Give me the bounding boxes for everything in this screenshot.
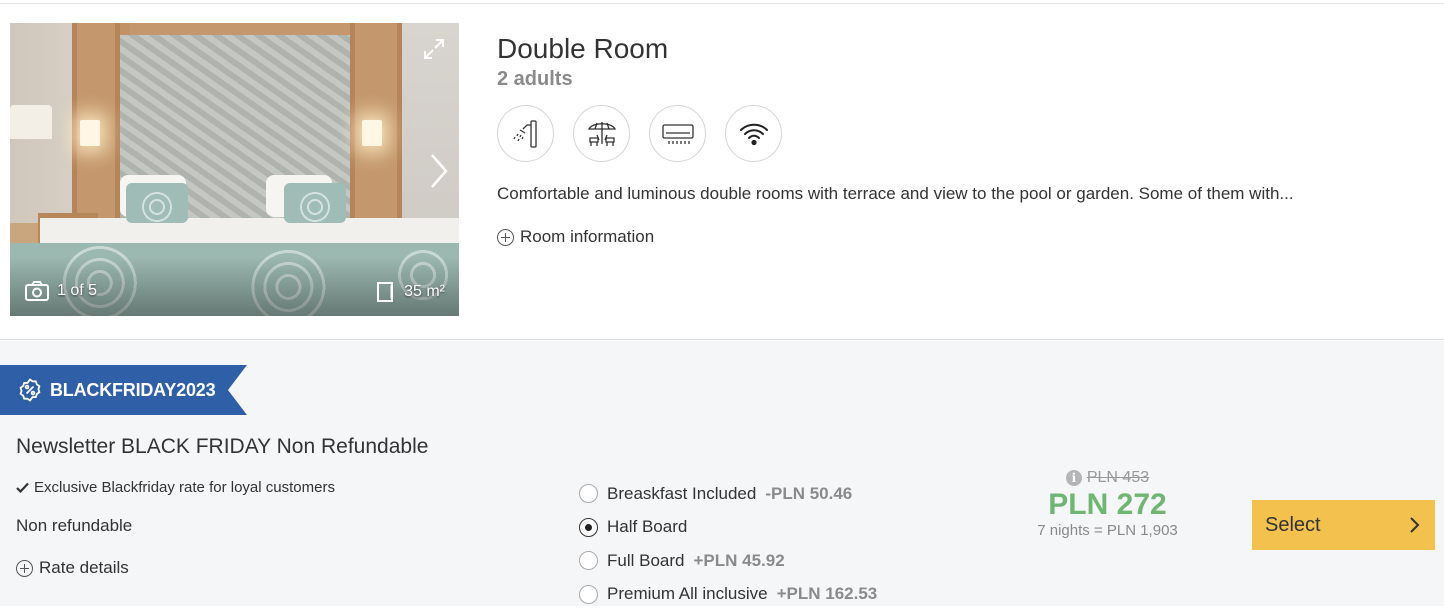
original-price-text: PLN 453 [1087,469,1149,487]
board-option-breakfast[interactable]: Breaskfast Included -PLN 50.46 [579,477,877,511]
rate-feature: Exclusive Blackfriday rate for loyal cus… [16,479,335,496]
board-radio-full-board[interactable] [579,551,598,570]
expand-icon[interactable] [422,37,446,61]
board-label: Full Board [607,551,684,571]
terrace-icon [585,118,619,150]
board-options: Breaskfast Included -PLN 50.46 Half Boar… [579,477,877,611]
board-option-full-board[interactable]: Full Board +PLN 45.92 [579,544,877,578]
next-photo-chevron-icon[interactable] [424,151,452,191]
chevron-right-icon [1409,516,1421,534]
room-photo[interactable]: 1 of 5 35 m² [10,23,459,316]
rate-title: Newsletter BLACK FRIDAY Non Refundable [16,435,428,459]
plus-circle-icon [497,229,514,246]
amenity-shower [497,105,554,162]
current-price: PLN 272 [1020,488,1195,522]
room-size-icon [374,281,396,303]
room-title: Double Room [497,32,1417,66]
board-price-diff: +PLN 162.53 [777,584,878,604]
room-card: 1 of 5 35 m² Double Room 2 adults [0,4,1444,340]
board-radio-half-board[interactable] [579,518,598,537]
room-occupancy: 2 adults [497,68,1417,91]
board-radio-breakfast[interactable] [579,484,598,503]
board-price-diff: +PLN 45.92 [693,551,784,571]
room-information-label: Room information [520,227,654,247]
discount-percent-icon [18,378,42,402]
amenity-wifi [725,105,782,162]
rate-details-link[interactable]: Rate details [16,558,129,578]
air-conditioning-icon [661,122,695,146]
rate-feature-text: Exclusive Blackfriday rate for loyal cus… [34,479,335,496]
amenity-terrace [573,105,630,162]
info-icon[interactable]: i [1066,470,1082,486]
board-radio-premium-all-inclusive[interactable] [579,585,598,604]
amenity-air-conditioning [649,105,706,162]
camera-icon [25,281,49,301]
cancellation-policy: Non refundable [16,516,132,536]
room-area: 35 m² [374,281,445,303]
rate-panel: BLACKFRIDAY2023 Newsletter BLACK FRIDAY … [0,341,1444,606]
promo-code: BLACKFRIDAY2023 [50,380,215,401]
plus-circle-icon [16,560,33,577]
room-info: Double Room 2 adults [497,32,1417,247]
room-information-link[interactable]: Room information [497,227,1417,247]
promo-badge: BLACKFRIDAY2023 [0,365,247,415]
stay-total: 7 nights = PLN 1,903 [1020,522,1195,539]
board-label: Half Board [607,517,687,537]
select-button-label: Select [1265,514,1321,537]
room-area-text: 35 m² [404,283,445,301]
photo-counter: 1 of 5 [25,281,97,301]
photo-counter-text: 1 of 5 [57,282,97,300]
board-price-diff: -PLN 50.46 [765,484,852,504]
price-block: i PLN 453 PLN 272 7 nights = PLN 1,903 [1020,469,1195,539]
checkmark-icon [16,482,29,493]
room-description: Comfortable and luminous double rooms wi… [497,184,1417,204]
board-label: Breaskfast Included [607,484,756,504]
shower-icon [510,118,542,150]
select-button[interactable]: Select [1252,500,1435,550]
amenity-list [497,105,1417,162]
board-label: Premium All inclusive [607,584,768,604]
wifi-icon [738,121,770,147]
rate-details-label: Rate details [39,558,129,578]
original-price: i PLN 453 [1020,469,1195,487]
board-option-half-board[interactable]: Half Board [579,511,877,545]
